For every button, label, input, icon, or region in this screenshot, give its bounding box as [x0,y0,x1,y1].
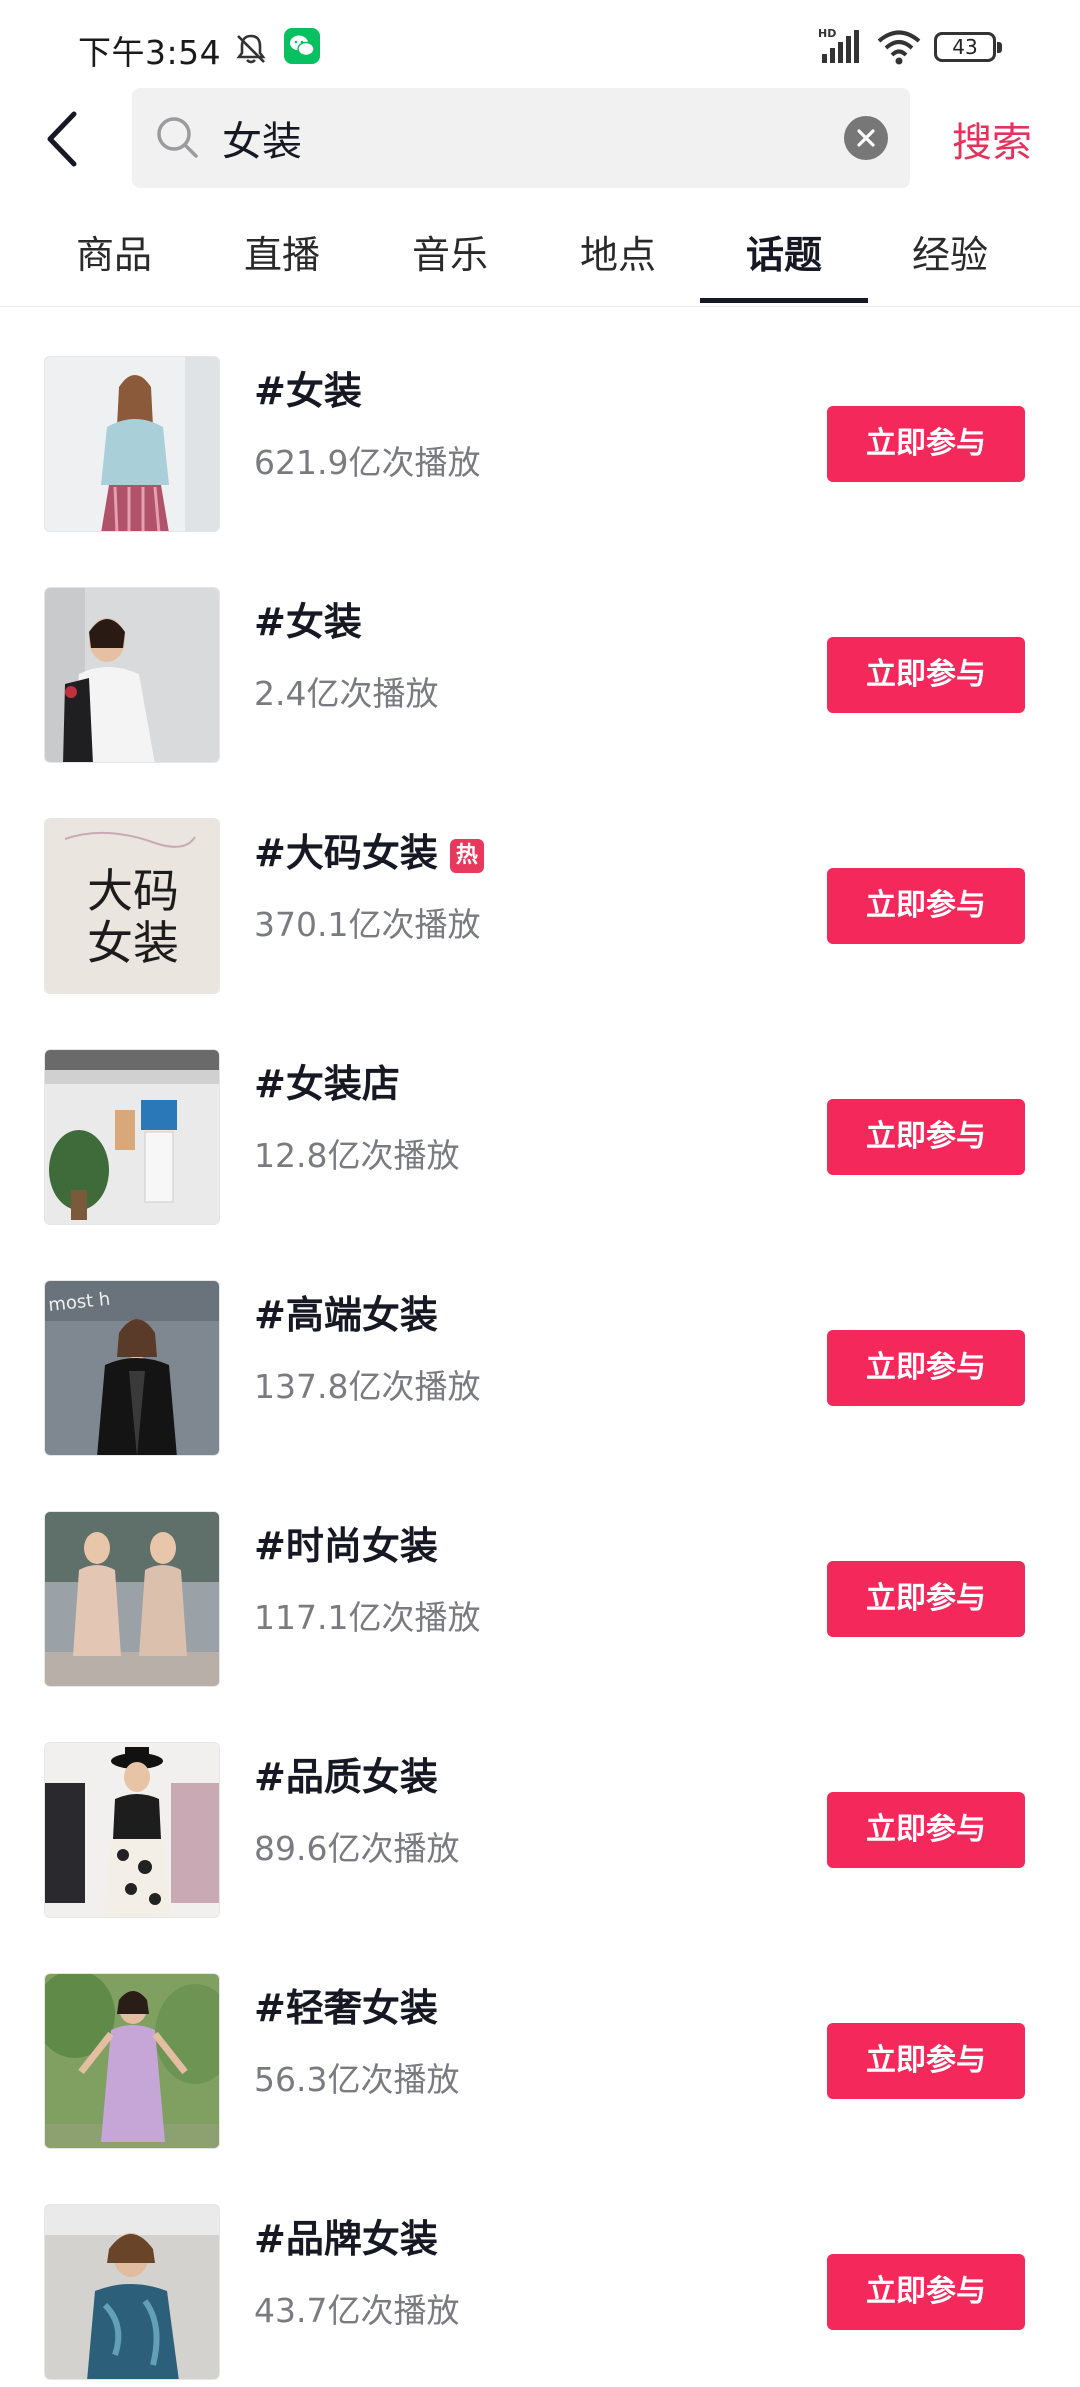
thumbnail-caption: 大码 [87,864,179,918]
status-time: 下午3:54 [78,33,222,72]
join-topic-button[interactable]: 立即参与 [827,868,1025,944]
clear-x-icon [857,129,875,147]
join-topic-button[interactable]: 立即参与 [827,1099,1025,1175]
topic-row[interactable]: #品牌女装 43.7亿次播放 立即参与 [0,2156,1080,2387]
back-button[interactable] [36,106,92,172]
topic-title-text: #大码女装 [254,831,438,875]
topic-play-count: 2.4亿次播放 [254,674,439,713]
topic-title: #品质女装 [254,1755,438,1799]
join-topic-button[interactable]: 立即参与 [827,406,1025,482]
topic-thumbnail [44,1049,220,1225]
topic-row[interactable]: most h #高端女装 137.8亿次播放 立即参与 [0,1232,1080,1463]
topic-title: #高端女装 [254,1293,438,1337]
topic-play-count: 43.7亿次播放 [254,2291,460,2330]
topic-title: #轻奢女装 [254,1986,438,2030]
wifi-icon [876,28,922,66]
tab-places[interactable]: 地点 [534,224,702,279]
topic-thumbnail [44,1511,220,1687]
topic-title: #女装店 [254,1062,400,1106]
battery-level: 43 [952,35,978,59]
topic-row[interactable]: #轻奢女装 56.3亿次播放 立即参与 [0,1925,1080,2156]
topic-play-count: 117.1亿次播放 [254,1598,481,1637]
topic-thumbnail [44,2204,220,2380]
topic-title: #时尚女装 [254,1524,438,1568]
join-topic-button[interactable]: 立即参与 [827,1561,1025,1637]
topic-thumbnail: 大码 女装 [44,818,220,994]
search-input[interactable] [222,88,842,188]
search-header: 搜索 [0,88,1080,190]
topic-title: #大码女装热 [254,822,484,877]
topic-thumbnail [44,587,220,763]
join-topic-button[interactable]: 立即参与 [827,637,1025,713]
battery-icon: 43 [934,32,1004,64]
topic-thumbnail [44,356,220,532]
topic-title: #女装 [254,600,362,644]
chevron-left-icon [47,111,77,167]
tab-live[interactable]: 直播 [198,224,366,279]
topic-row[interactable]: #时尚女装 117.1亿次播放 立即参与 [0,1463,1080,1694]
topic-play-count: 621.9亿次播放 [254,443,481,482]
category-tabs: 商品 直播 音乐 地点 话题 经验 [0,210,1080,307]
topic-title: #品牌女装 [254,2217,438,2261]
topic-row[interactable]: #品质女装 89.6亿次播放 立即参与 [0,1694,1080,1925]
join-topic-button[interactable]: 立即参与 [827,2023,1025,2099]
topic-thumbnail [44,1742,220,1918]
join-topic-button[interactable]: 立即参与 [827,1792,1025,1868]
join-topic-button[interactable]: 立即参与 [827,2254,1025,2330]
search-submit-button[interactable]: 搜索 [952,110,1032,168]
topic-row[interactable]: #女装 2.4亿次播放 立即参与 [0,539,1080,770]
tab-experience[interactable]: 经验 [866,224,1034,279]
thumbnail-caption: 女装 [87,916,179,970]
search-icon [152,112,204,164]
topic-row[interactable]: #女装 621.9亿次播放 立即参与 [0,308,1080,539]
search-box[interactable] [132,88,910,188]
svg-text:HD: HD [818,27,836,40]
mute-bell-icon [232,30,270,68]
topic-thumbnail [44,1973,220,2149]
active-tab-indicator [700,298,868,303]
hd-signal-icon: HD [818,26,864,66]
topic-thumbnail: most h [44,1280,220,1456]
status-bar: 下午3:54 HD 43 [0,0,1080,90]
hot-badge: 热 [449,839,484,873]
tab-topics[interactable]: 话题 [700,224,868,279]
topic-play-count: 12.8亿次播放 [254,1136,460,1175]
tab-products[interactable]: 商品 [30,224,198,279]
topic-play-count: 137.8亿次播放 [254,1367,481,1406]
topic-play-count: 370.1亿次播放 [254,905,481,944]
topic-play-count: 89.6亿次播放 [254,1829,460,1868]
topic-title: #女装 [254,369,362,413]
wechat-icon [284,28,320,64]
topic-play-count: 56.3亿次播放 [254,2060,460,2099]
tab-music[interactable]: 音乐 [366,224,534,279]
clear-search-button[interactable] [844,116,888,160]
topic-row[interactable]: 大码 女装 #大码女装热 370.1亿次播放 立即参与 [0,770,1080,1001]
join-topic-button[interactable]: 立即参与 [827,1330,1025,1406]
topic-row[interactable]: #女装店 12.8亿次播放 立即参与 [0,1001,1080,1232]
